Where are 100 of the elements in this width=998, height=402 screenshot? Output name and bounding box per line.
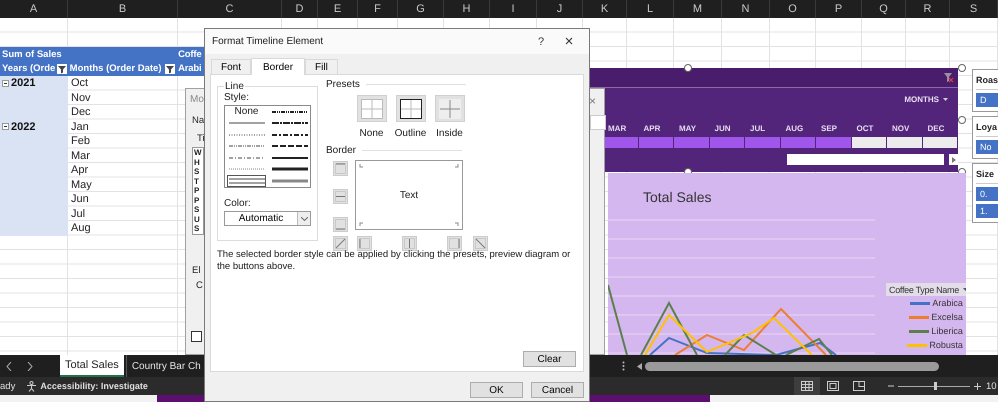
close-button[interactable]: × [589, 94, 596, 108]
accessibility-icon[interactable] [26, 380, 38, 392]
dialog-title: Format Timeline Element [212, 36, 324, 47]
month-label: SEP [820, 124, 838, 133]
preset-label: None [360, 128, 384, 139]
accessibility-status[interactable]: Accessibility: Investigate [40, 381, 148, 391]
clear-button[interactable]: Clear [523, 351, 576, 367]
cancel-button[interactable]: Cancel [531, 382, 584, 398]
slicer-title: Roas [976, 72, 998, 90]
grid-icon[interactable] [801, 381, 813, 391]
month-bar[interactable] [603, 137, 638, 148]
list-item[interactable]: P [194, 196, 203, 205]
month-label: Dec [70, 106, 91, 118]
slider-thumb[interactable] [934, 382, 937, 390]
field-label: C [196, 280, 203, 291]
slicer-item[interactable]: D [976, 93, 998, 107]
normal-view-button[interactable] [794, 377, 820, 395]
sheet-tab[interactable]: Total Sales [60, 355, 124, 377]
help-button[interactable]: ? [527, 36, 555, 48]
field-label: Coffe [177, 48, 202, 60]
collapse-icon[interactable] [2, 80, 9, 87]
legend-filter-button[interactable]: Coffee Type Name [886, 283, 966, 296]
field-label: Color: [224, 198, 252, 209]
arrow-right-icon[interactable] [952, 156, 956, 162]
chart-title: Total Sales [643, 189, 712, 205]
scroll-right-button[interactable] [949, 154, 958, 165]
line-style-option[interactable]: None [227, 106, 266, 118]
period-dropdown[interactable]: MONTHS [904, 95, 948, 104]
month-label: May [70, 178, 92, 191]
month-label: APR [642, 124, 662, 133]
preset-label: Inside [436, 128, 463, 139]
text-field[interactable] [590, 115, 606, 130]
hint-text: The selected border style can be applied by clicking the presets, preview diagram or the buttons above. [217, 249, 572, 273]
month-label: MAR [607, 124, 628, 133]
dialog-title: Mo [190, 94, 204, 105]
list-item[interactable]: T [194, 176, 203, 186]
tab[interactable]: Font [211, 59, 252, 74]
caret-icon [962, 288, 966, 291]
month-label: Apr [70, 164, 88, 176]
clear-filter-icon[interactable] [943, 72, 954, 83]
month-label: Oct [70, 77, 88, 90]
page-icon[interactable] [827, 381, 839, 391]
list-item[interactable]: P [194, 186, 203, 196]
preview-text: Text [400, 190, 418, 200]
month-label: Jun [70, 193, 89, 206]
scroll-left-icon[interactable] [6, 362, 12, 370]
preset-label: Outline [394, 128, 426, 139]
horizontal-scrollbar[interactable] [645, 362, 939, 370]
slicer-title: Size [976, 166, 998, 184]
field-label: Years (Orde [2, 63, 56, 74]
scroll-right-icon[interactable] [27, 362, 33, 370]
filter-icon[interactable] [165, 64, 176, 74]
month-label: Mar [70, 150, 90, 162]
list-item[interactable]: S [194, 205, 203, 214]
month-label: DEC [926, 124, 946, 133]
month-label: JUL [749, 124, 766, 133]
collapse-icon[interactable] [2, 123, 9, 130]
scroll-left-icon[interactable] [637, 362, 642, 370]
ok-button[interactable]: OK [470, 382, 523, 398]
field-label: Sum of Sales [1, 48, 63, 60]
more-options-icon[interactable] [622, 361, 625, 371]
field-label: Na [192, 115, 204, 126]
close-button[interactable]: × [555, 33, 583, 50]
slicer-item[interactable]: 0. [976, 187, 998, 201]
field-label: Style: [224, 92, 250, 103]
tab[interactable]: Fill [305, 59, 338, 74]
field-label: Ti [197, 133, 205, 144]
section-label: Presets [326, 79, 360, 90]
line-style-list[interactable]: None [224, 105, 311, 188]
slicer-item[interactable]: No [976, 140, 998, 154]
month-label: JUN [714, 124, 732, 133]
field-label: Arabi [177, 63, 202, 74]
color-dropdown[interactable]: Automatic [224, 211, 311, 226]
border-preview[interactable]: Text [355, 160, 463, 230]
slicer-title: Loya [976, 119, 998, 137]
zoom-level: 10 [986, 380, 998, 392]
month-label: AUG [784, 124, 804, 133]
chart-line [608, 284, 628, 355]
field-label: Months (Order Date) [70, 63, 162, 74]
filter-icon[interactable] [56, 64, 67, 74]
page-break-icon[interactable] [853, 381, 865, 391]
legend-label: Arabica [932, 298, 963, 308]
legend-label: Robusta [929, 340, 963, 350]
year-label: 2021 [11, 77, 36, 90]
list-item[interactable]: S [194, 167, 203, 176]
list-item[interactable]: H [194, 158, 203, 167]
zoom-in-icon[interactable] [974, 382, 981, 390]
status-text: ady [0, 380, 16, 392]
caret-icon [943, 98, 948, 101]
list-item[interactable]: U [194, 214, 203, 224]
month-label: Jul [70, 208, 86, 220]
slicer-item[interactable]: 1. [976, 204, 998, 218]
list-item[interactable]: W [194, 148, 203, 158]
legend-label: Liberica [931, 326, 963, 336]
checkbox[interactable] [191, 331, 202, 342]
month-label: Nov [70, 92, 91, 104]
list-item[interactable]: S [194, 224, 203, 234]
tab[interactable]: Border [251, 58, 306, 75]
month-label: Feb [70, 135, 90, 148]
month-label: OCT [856, 124, 874, 133]
